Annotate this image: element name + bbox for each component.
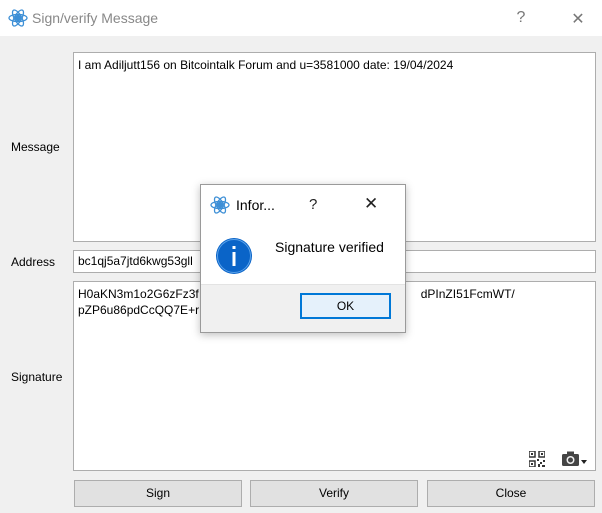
signature-line-1-start: H0aKN3m1o2G6zFz3f <box>78 287 199 301</box>
qr-code-icon[interactable] <box>529 451 545 467</box>
sign-button[interactable]: Sign <box>74 480 242 507</box>
dialog-title: Infor... <box>236 197 275 213</box>
message-text: I am Adiljutt156 on Bitcointalk Forum an… <box>78 58 454 72</box>
camera-icon[interactable] <box>561 450 587 467</box>
close-window-button[interactable]: ✕ <box>568 9 588 29</box>
help-button[interactable]: ? <box>511 9 531 27</box>
message-label: Message <box>11 140 60 154</box>
electrum-logo-icon <box>210 196 230 214</box>
signature-line-1-end: dPInZI51FcmWT/ <box>420 287 515 301</box>
dialog-close-button[interactable]: ✕ <box>364 194 378 214</box>
information-dialog: Infor... ? ✕ Signature verified OK <box>200 184 406 333</box>
signature-label: Signature <box>11 370 63 384</box>
dialog-help-button[interactable]: ? <box>309 196 317 213</box>
address-label: Address <box>11 255 56 269</box>
electrum-logo-icon <box>8 9 28 27</box>
verify-button[interactable]: Verify <box>250 480 418 507</box>
dialog-message: Signature verified <box>275 239 384 255</box>
address-text: bc1qj5a7jtd6kwg53gll <box>78 254 193 268</box>
window-title: Sign/verify Message <box>32 10 159 26</box>
sign-verify-window: Sign/verify Message ? ✕ Message I am Adi… <box>0 0 602 513</box>
title-bar: Sign/verify Message ? ✕ <box>0 0 602 36</box>
dialog-footer: OK <box>201 284 405 332</box>
close-button[interactable]: Close <box>427 480 595 507</box>
info-icon <box>216 238 252 274</box>
ok-button[interactable]: OK <box>300 293 391 319</box>
